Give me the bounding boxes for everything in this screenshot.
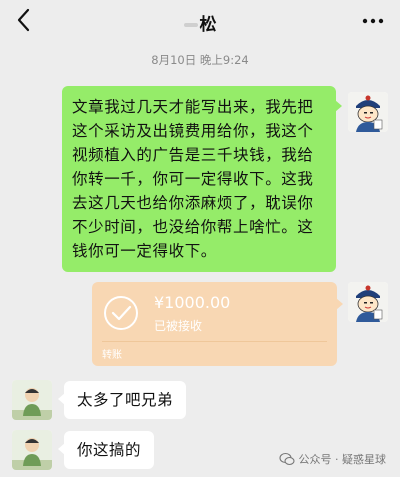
avatar-person-icon	[12, 380, 52, 420]
transfer-card[interactable]: ¥1000.00 已被接收 转账	[92, 282, 343, 366]
watermark: 公众号 · 疑惑星球	[278, 451, 387, 467]
avatar-cartoon-icon	[348, 92, 388, 132]
more-dots-icon	[362, 18, 384, 24]
transfer-divider	[102, 341, 327, 342]
self-avatar[interactable]	[348, 92, 388, 132]
received-message-bubble[interactable]: 你这搞的	[57, 431, 155, 469]
watermark-text: 公众号 · 疑惑星球	[298, 453, 387, 466]
received-message-bubble[interactable]: 太多了吧兄弟	[57, 381, 187, 419]
sent-message-bubble[interactable]: 文章我过几天才能写出来，我先把这个采访及出镜费用给你，我这个视频植入的广告是三千…	[62, 86, 342, 272]
chat-title: 松	[0, 10, 400, 35]
transfer-label: 转账	[102, 350, 122, 361]
wechat-icon	[278, 452, 295, 466]
self-avatar[interactable]	[348, 282, 388, 322]
chat-header: 松	[0, 0, 400, 42]
avatar-cartoon-icon	[348, 282, 388, 322]
message-timestamp: 8月10日 晚上9:24	[151, 53, 249, 67]
transfer-amount: ¥1000.00	[154, 293, 231, 312]
transfer-status: 已被接收	[154, 319, 203, 333]
contact-avatar[interactable]	[12, 380, 52, 420]
chat-title-text: 松	[199, 15, 217, 35]
check-circle-icon	[104, 296, 138, 330]
obscured-name-part	[183, 23, 198, 27]
more-button[interactable]	[360, 8, 386, 34]
avatar-person-icon	[12, 430, 52, 470]
contact-avatar[interactable]	[12, 430, 52, 470]
